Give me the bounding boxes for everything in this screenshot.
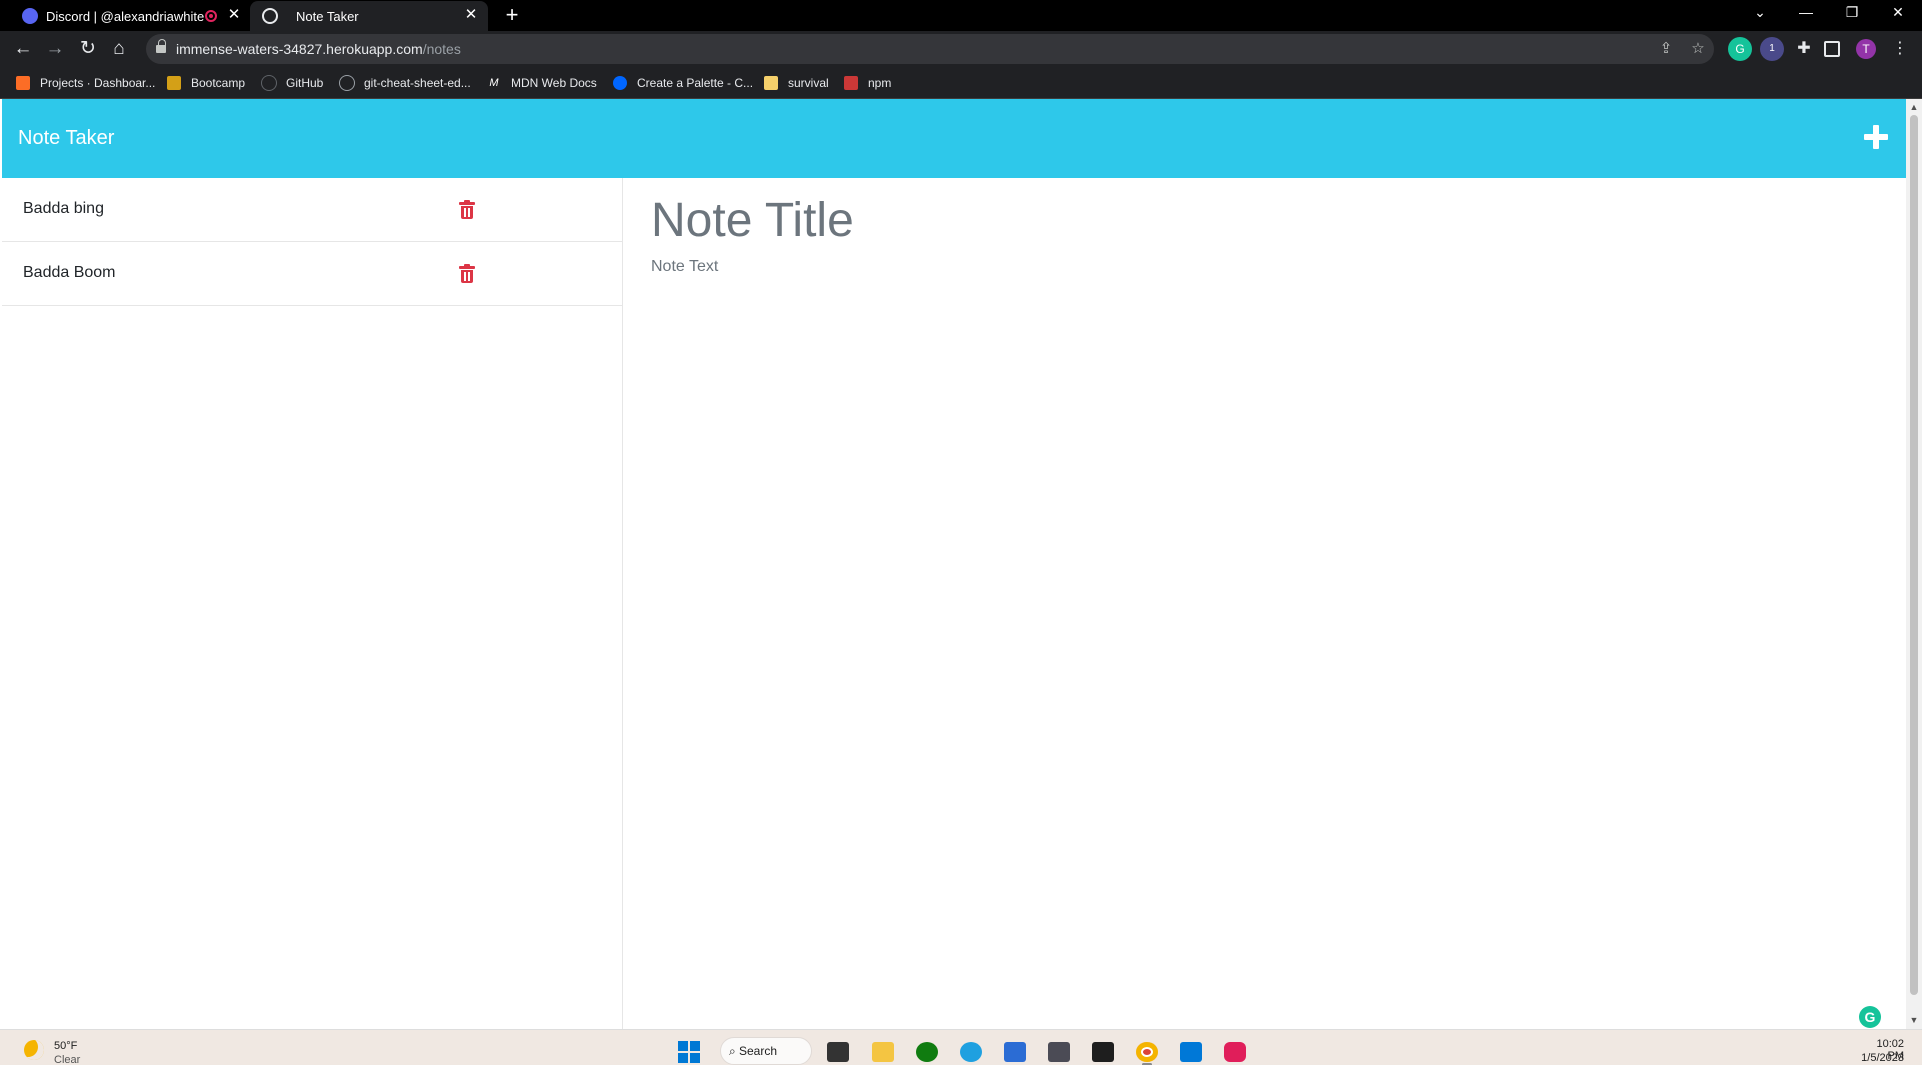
moon-icon[interactable] [24, 1040, 44, 1060]
note-editor [624, 178, 1906, 1029]
share-icon[interactable]: ⇪ [1656, 39, 1676, 59]
bookmark-label: survival [788, 76, 829, 90]
windows-taskbar: 50°F Clear ⌕ Search 10:02 PM 1/5/2023 [0, 1029, 1922, 1065]
forward-arrow-icon[interactable]: → [41, 35, 69, 63]
minimize-icon[interactable]: — [1786, 0, 1826, 24]
slack-icon[interactable] [1224, 1042, 1246, 1062]
bookmark-label: npm [868, 76, 892, 90]
profile-initial: T [1862, 42, 1870, 56]
restore-icon[interactable]: ❐ [1832, 0, 1872, 24]
side-panel-icon[interactable] [1824, 41, 1840, 57]
bookmark-item[interactable]: GitHub [262, 74, 323, 92]
bookmark-label: git-cheat-sheet-ed... [364, 76, 471, 90]
bookmark-item[interactable]: Projects · Dashboar... [16, 74, 155, 92]
close-tab-icon[interactable]: ✕ [226, 7, 242, 23]
bootcamp-icon [167, 76, 181, 90]
globe-icon [262, 8, 278, 24]
edge-icon[interactable] [960, 1042, 982, 1062]
github-icon [340, 76, 354, 90]
url-path: /notes [422, 41, 461, 57]
bookmark-item[interactable]: survival [764, 74, 829, 92]
note-taker-app: Note Taker Badda bing Badda Boom [2, 99, 1906, 1029]
trash-icon[interactable] [459, 200, 475, 220]
bookmark-item[interactable]: M MDN Web Docs [487, 74, 597, 92]
search-icon: ⌕ [729, 1044, 736, 1058]
bookmark-label: Create a Palette - C... [637, 76, 754, 90]
npm-icon [844, 76, 858, 90]
tab-discord[interactable]: Discord | @alexandriawhite ✕ [0, 1, 250, 31]
scroll-down-icon[interactable]: ▼ [1906, 1013, 1922, 1027]
note-title-input[interactable] [651, 190, 1851, 250]
address-bar[interactable]: immense-waters-34827.herokuapp.com/notes… [146, 34, 1714, 64]
notes-list: Badda bing Badda Boom [2, 178, 623, 1029]
coolors-icon [613, 76, 627, 90]
tab-note-taker[interactable]: Note Taker ✕ [250, 1, 488, 31]
clock-date[interactable]: 1/5/2023 [1850, 1052, 1904, 1064]
new-note-plus-icon[interactable] [1864, 125, 1888, 149]
app-navbar: Note Taker [2, 99, 1906, 178]
bookmark-item[interactable]: Bootcamp [167, 74, 245, 92]
bookmark-label: Bootcamp [191, 76, 246, 90]
trash-icon[interactable] [459, 264, 475, 284]
bookmark-label: GitHub [286, 76, 324, 90]
xbox-icon[interactable] [916, 1042, 938, 1062]
back-arrow-icon[interactable]: ← [9, 35, 37, 63]
list-item[interactable]: Badda bing [2, 178, 622, 242]
gitlab-icon [16, 76, 30, 90]
search-label: Search [739, 1044, 778, 1058]
task-view-icon[interactable] [827, 1042, 849, 1062]
vscode-icon[interactable] [1180, 1042, 1202, 1062]
home-icon[interactable]: ⌂ [105, 35, 133, 63]
discord-icon [22, 8, 38, 24]
grammarly-extension-icon[interactable]: G [1728, 37, 1752, 61]
taskbar-search[interactable]: ⌕ Search [720, 1037, 812, 1065]
bookmark-star-icon[interactable]: ☆ [1688, 39, 1708, 59]
unity-icon[interactable] [1048, 1042, 1070, 1062]
grammarly-widget-icon[interactable]: G [1859, 1006, 1881, 1028]
profile-avatar[interactable]: T [1856, 39, 1876, 59]
tab-search-chevron-icon[interactable]: ⌄ [1740, 0, 1780, 24]
app-brand[interactable]: Note Taker [18, 127, 114, 150]
list-item[interactable]: Badda Boom [2, 242, 622, 306]
github-icon [262, 76, 276, 90]
extension-badge-count: 1 [1769, 43, 1775, 54]
page-scrollbar[interactable]: ▲ ▼ [1906, 99, 1922, 1029]
note-item-title[interactable]: Badda Boom [23, 264, 116, 282]
scroll-thumb[interactable] [1910, 115, 1918, 995]
recording-icon [205, 10, 217, 22]
weather-condition[interactable]: Clear [54, 1054, 80, 1065]
lock-icon[interactable] [156, 39, 166, 55]
note-text-area[interactable] [651, 258, 1851, 958]
tab-title: Discord | @alexandriawhite [46, 8, 205, 24]
bookmarks-bar: Projects · Dashboar... Bootcamp GitHub g… [0, 67, 1922, 99]
kebab-menu-icon[interactable]: ⋮ [1888, 37, 1912, 61]
note-item-title[interactable]: Badda bing [23, 200, 104, 218]
file-explorer-icon[interactable] [872, 1042, 894, 1062]
microsoft-store-icon[interactable] [1004, 1042, 1026, 1062]
reload-icon[interactable]: ↻ [74, 35, 102, 63]
bookmark-item[interactable]: npm [844, 74, 891, 92]
close-window-icon[interactable]: ✕ [1878, 0, 1918, 24]
terminal-icon[interactable] [1092, 1042, 1114, 1062]
browser-toolbar: ← → ↻ ⌂ immense-waters-34827.herokuapp.c… [0, 31, 1922, 67]
mdn-icon: M [487, 76, 501, 90]
bookmark-label: Projects · Dashboar... [40, 76, 156, 90]
url-host: immense-waters-34827.herokuapp.com [176, 41, 423, 57]
scroll-up-icon[interactable]: ▲ [1906, 100, 1922, 114]
weather-temperature[interactable]: 50°F [54, 1040, 77, 1052]
windows-start-icon[interactable] [678, 1041, 700, 1063]
extension-badge-icon[interactable]: 1 [1760, 37, 1784, 61]
extensions-puzzle-icon[interactable]: ✚ [1792, 37, 1816, 61]
new-tab-button[interactable]: + [500, 3, 524, 27]
url-text[interactable]: immense-waters-34827.herokuapp.com/notes [176, 41, 461, 57]
folder-icon [764, 76, 778, 90]
chrome-icon[interactable] [1136, 1042, 1158, 1062]
bookmark-item[interactable]: Create a Palette - C... [613, 74, 753, 92]
tab-strip: Discord | @alexandriawhite ✕ Note Taker … [0, 0, 1922, 31]
screen: Discord | @alexandriawhite ✕ Note Taker … [0, 0, 1922, 1065]
close-tab-icon[interactable]: ✕ [463, 7, 479, 23]
bookmark-label: MDN Web Docs [511, 76, 597, 90]
tab-title: Note Taker [296, 8, 359, 24]
bookmark-item[interactable]: git-cheat-sheet-ed... [340, 74, 471, 92]
